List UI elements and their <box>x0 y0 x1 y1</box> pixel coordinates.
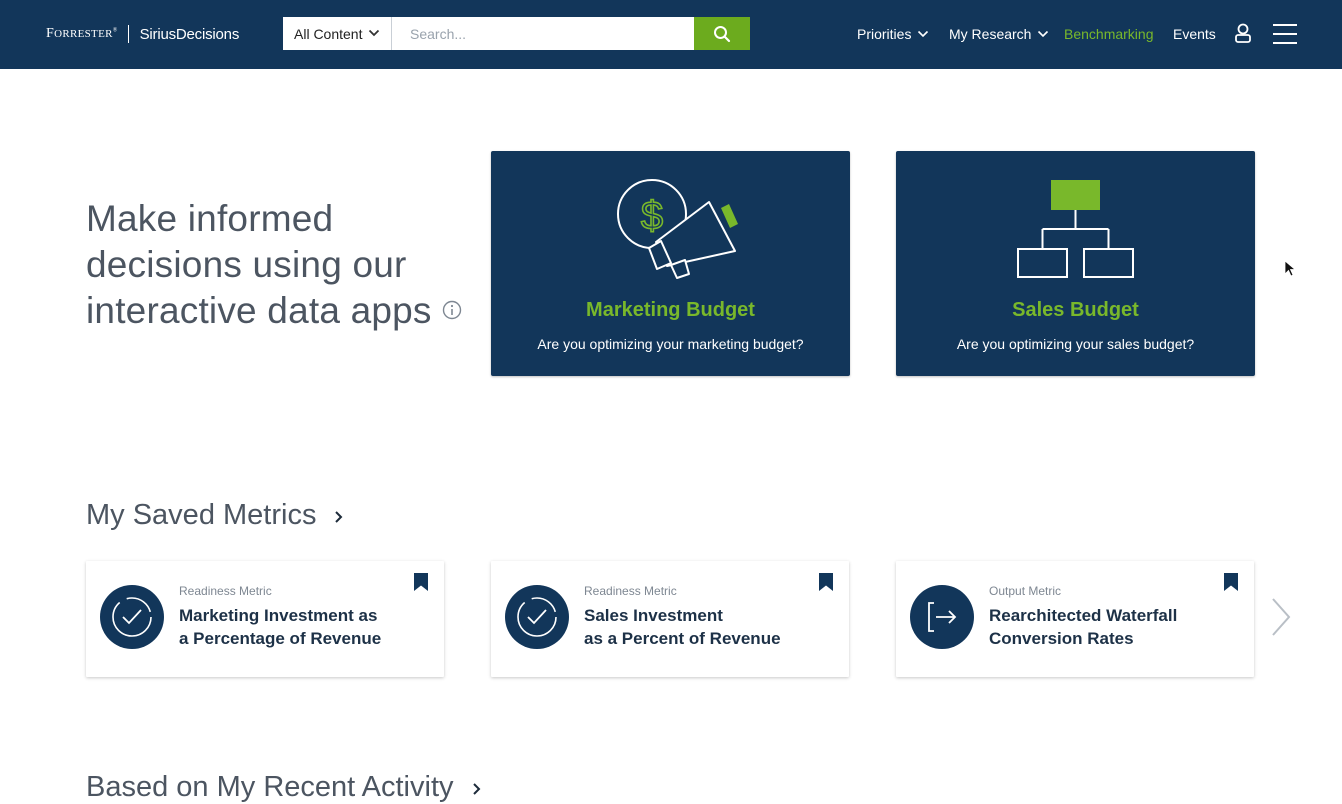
org-chart-icon <box>1017 180 1134 278</box>
app-card-subtitle: Are you optimizing your marketing budget… <box>537 336 804 352</box>
metric-name-line: Sales Investment <box>584 606 723 625</box>
search-scope-value: All Content <box>294 25 363 42</box>
chevron-down-icon <box>918 30 929 38</box>
marketing-budget-app-card[interactable]: $ Marketing Budget Are you optimizing yo… <box>491 151 850 376</box>
nav-priorities[interactable]: Priorities <box>857 24 929 44</box>
metric-name-line: as a Percent of Revenue <box>584 629 781 648</box>
bookmark-icon[interactable] <box>414 573 428 591</box>
megaphone-dollar-icon: $ <box>617 179 738 279</box>
logo-forrester-text: FORRESTER® <box>46 26 118 41</box>
metric-name[interactable]: Sales Investment as a Percent of Revenue <box>584 604 824 650</box>
nav-benchmarking[interactable]: Benchmarking <box>1064 24 1154 44</box>
recent-activity-heading-text: Based on My Recent Activity <box>86 771 454 803</box>
brand-logo[interactable]: FORRESTER® SiriusDecisions <box>46 23 239 45</box>
hero-heading-text: Make informed decisions using our intera… <box>86 198 432 331</box>
recent-activity-heading[interactable]: Based on My Recent Activity <box>86 771 482 804</box>
carousel-next-arrow-icon[interactable] <box>1270 597 1292 637</box>
logo-divider <box>127 25 129 43</box>
nav-events[interactable]: Events <box>1173 24 1216 44</box>
check-circle-icon <box>100 585 164 649</box>
bookmark-icon[interactable] <box>819 573 833 591</box>
saved-metric-card[interactable]: Readiness Metric Sales Investment as a P… <box>491 561 849 677</box>
search-input[interactable] <box>392 17 694 50</box>
metric-name-line: Marketing Investment as <box>179 606 378 625</box>
metric-name-line: a Percentage of Revenue <box>179 629 382 648</box>
exit-arrow-icon <box>910 585 974 649</box>
nav-events-label: Events <box>1173 26 1216 42</box>
chevron-right-icon <box>472 783 480 795</box>
metric-name[interactable]: Marketing Investment as a Percentage of … <box>179 604 419 650</box>
saved-metrics-heading-text: My Saved Metrics <box>86 499 317 531</box>
saved-metric-card[interactable]: Readiness Metric Marketing Investment as… <box>86 561 444 677</box>
metric-name-line: Rearchitected Waterfall <box>989 606 1178 625</box>
metric-name[interactable]: Rearchitected Waterfall Conversion Rates <box>989 604 1229 650</box>
logo-siriusdecisions-text: SiriusDecisions <box>139 25 240 43</box>
metric-name-line: Conversion Rates <box>989 629 1134 648</box>
metric-type: Readiness Metric <box>179 584 272 598</box>
hamburger-menu-icon[interactable] <box>1273 23 1297 45</box>
saved-metric-card[interactable]: Output Metric Rearchitected Waterfall Co… <box>896 561 1254 677</box>
saved-metrics-heading[interactable]: My Saved Metrics <box>86 499 344 532</box>
chevron-right-icon <box>335 511 343 523</box>
nav-priorities-label: Priorities <box>857 26 912 42</box>
search-icon <box>714 25 731 42</box>
top-navigation-bar: FORRESTER® SiriusDecisions All Content P… <box>0 0 1342 69</box>
bookmark-icon[interactable] <box>1224 573 1238 591</box>
sales-budget-app-card[interactable]: Sales Budget Are you optimizing your sal… <box>896 151 1255 376</box>
chevron-down-icon <box>368 29 380 37</box>
search-scope-dropdown[interactable]: All Content <box>283 17 392 50</box>
app-card-subtitle: Are you optimizing your sales budget? <box>956 336 1195 352</box>
metric-type: Readiness Metric <box>584 584 677 598</box>
mouse-cursor-icon <box>1284 260 1296 277</box>
app-card-title: Marketing Budget <box>586 299 755 321</box>
nav-benchmarking-label: Benchmarking <box>1064 26 1154 42</box>
svg-text:$: $ <box>641 194 663 238</box>
info-icon[interactable] <box>442 300 462 320</box>
metric-type: Output Metric <box>989 584 1062 598</box>
nav-my-research-label: My Research <box>949 26 1032 42</box>
app-card-title: Sales Budget <box>1012 299 1139 321</box>
hero-heading: Make informed decisions using our intera… <box>86 196 466 334</box>
nav-my-research[interactable]: My Research <box>949 24 1049 44</box>
check-circle-icon <box>505 585 569 649</box>
user-icon[interactable] <box>1233 22 1253 44</box>
search-button[interactable] <box>694 17 750 50</box>
chevron-down-icon <box>1038 30 1049 38</box>
